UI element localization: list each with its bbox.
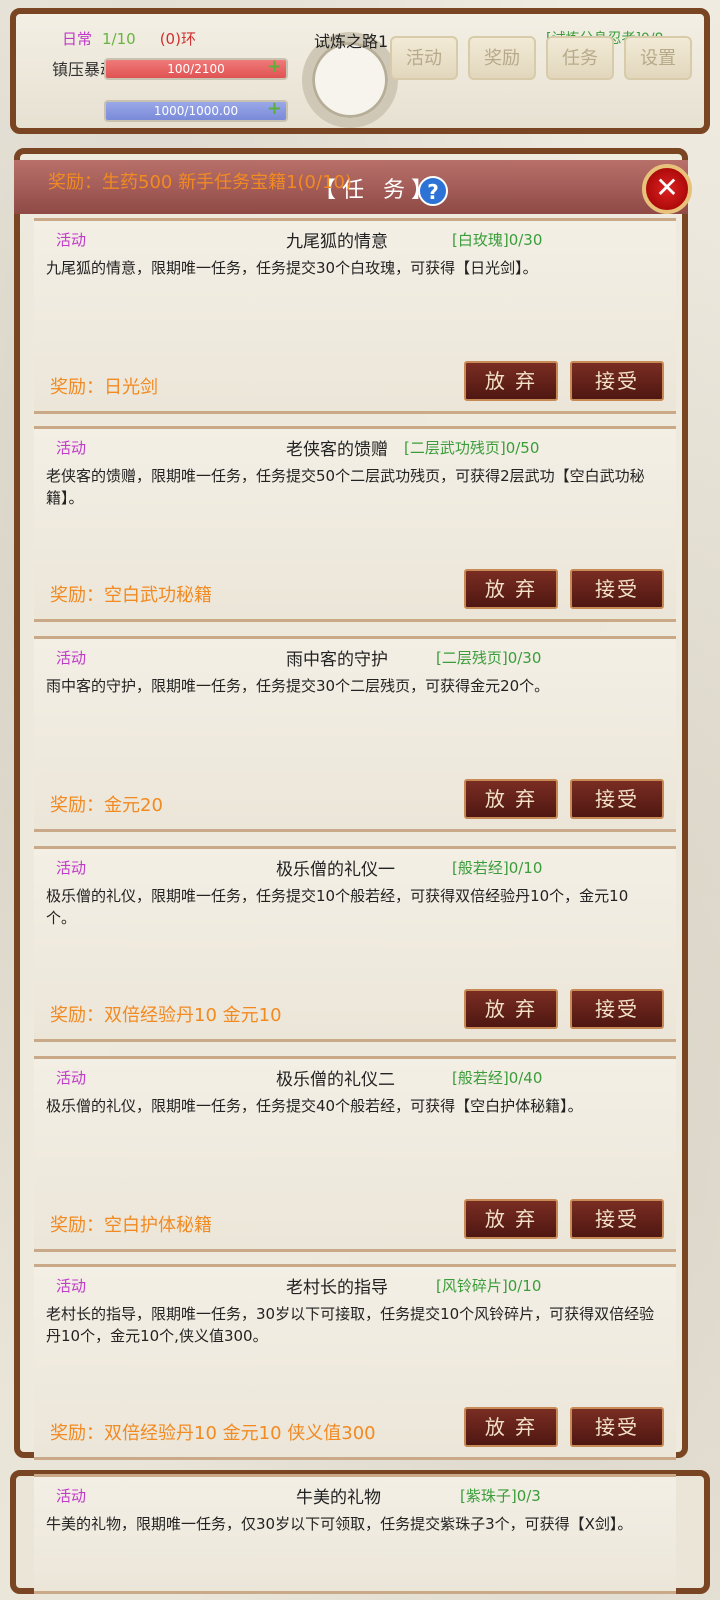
- abandon-button[interactable]: 放 弃: [464, 569, 558, 609]
- mp-text: 1000/1000.00: [153, 104, 239, 118]
- accept-button[interactable]: 接受: [570, 989, 664, 1029]
- daily-count: 1/10: [102, 30, 136, 48]
- quest-name: 极乐僧的礼仪二: [276, 1070, 395, 1090]
- quest-tag: 活动: [56, 1277, 87, 1295]
- tab-settings[interactable]: 设置: [624, 36, 692, 80]
- quest-requirement: [风铃碎片]0/10: [436, 1277, 542, 1295]
- quest-requirement: [般若经]0/10: [452, 859, 543, 877]
- quest-card: 活动 老村长的指导 [风铃碎片]0/10 老村长的指导，限期唯一任务，30岁以下…: [34, 1264, 676, 1460]
- accept-button[interactable]: 接受: [570, 1407, 664, 1447]
- quest-name: 雨中客的守护: [286, 650, 388, 670]
- quest-description: 极乐僧的礼仪，限期唯一任务，任务提交40个般若经，可获得【空白护体秘籍】。: [46, 1097, 583, 1115]
- quest-requirement: [紫珠子]0/3: [460, 1487, 541, 1505]
- quest-reward: 奖励：空白护体秘籍: [50, 1215, 212, 1236]
- quest-card: 活动 极乐僧的礼仪二 [般若经]0/40 极乐僧的礼仪，限期唯一任务，任务提交4…: [34, 1056, 676, 1252]
- quest-card: 活动 牛美的礼物 [紫珠子]0/3 牛美的礼物，限期唯一任务，仅30岁以下可领取…: [34, 1474, 676, 1594]
- quest-tag: 活动: [56, 859, 87, 877]
- quest-card: 活动 老侠客的馈赠 [二层武功残页]0/50 老侠客的馈赠，限期唯一任务，任务提…: [34, 426, 676, 622]
- daily-quest-tracker[interactable]: 日常 1/10 (0)环: [62, 28, 196, 49]
- quest-reward: 奖励：日光剑: [50, 377, 158, 398]
- quest-tag: 活动: [56, 231, 87, 249]
- quest-name: 老侠客的馈赠: [286, 440, 388, 460]
- accept-button[interactable]: 接受: [570, 779, 664, 819]
- quest-reward: 奖励：空白武功秘籍: [50, 585, 212, 606]
- ring-count: (0)环: [159, 30, 196, 48]
- quest-tag: 活动: [56, 1069, 87, 1087]
- quest-description: 牛美的礼物，限期唯一任务，仅30岁以下可领取，任务提交紫珠子3个，可获得【X剑】…: [46, 1515, 633, 1533]
- quest-reward: 奖励：金元20: [50, 795, 163, 816]
- daily-label: 日常: [62, 30, 93, 48]
- mp-bar: 1000/1000.00 +: [104, 100, 288, 122]
- quest-requirement: [二层残页]0/30: [436, 649, 542, 667]
- accept-button[interactable]: 接受: [570, 569, 664, 609]
- accept-button[interactable]: 接受: [570, 1199, 664, 1239]
- tab-activity[interactable]: 活动: [390, 36, 458, 80]
- quest-card: 活动 雨中客的守护 [二层残页]0/30 雨中客的守护，限期唯一任务，任务提交3…: [34, 636, 676, 832]
- quest-name: 极乐僧的礼仪一: [276, 860, 395, 880]
- quest-requirement: [二层武功残页]0/50: [404, 439, 540, 457]
- mp-plus-icon[interactable]: +: [267, 100, 282, 118]
- hp-bar: 100/2100 +: [104, 58, 288, 80]
- quest-reward: 奖励：双倍经验丹10 金元10: [50, 1005, 282, 1026]
- abandon-button[interactable]: 放 弃: [464, 779, 558, 819]
- hp-text: 100/2100: [167, 62, 225, 76]
- top-reward: 奖励：生药500 新手任务宝籍1(0/10): [48, 172, 352, 193]
- quest-description: 老村长的指导，限期唯一任务，30岁以下可接取，任务提交10个风铃碎片，可获得双倍…: [46, 1305, 655, 1345]
- quest-description: 九尾狐的情意，限期唯一任务，任务提交30个白玫瑰，可获得【日光剑】。: [46, 259, 538, 277]
- quest-description: 极乐僧的礼仪，限期唯一任务，任务提交10个般若经，可获得双倍经验丹10个，金元1…: [46, 887, 629, 927]
- quest-card: 活动 九尾狐的情意 [白玫瑰]0/30 九尾狐的情意，限期唯一任务，任务提交30…: [34, 218, 676, 414]
- quest-description: 雨中客的守护，限期唯一任务，任务提交30个二层残页，可获得金元20个。: [46, 677, 550, 695]
- accept-button[interactable]: 接受: [570, 361, 664, 401]
- tab-task[interactable]: 任务: [546, 36, 614, 80]
- quest-name: 老村长的指导: [286, 1278, 388, 1298]
- quest-requirement: [般若经]0/40: [452, 1069, 543, 1087]
- trial-title: 试炼之路1: [314, 32, 389, 51]
- quest-name: 牛美的礼物: [296, 1488, 381, 1508]
- hp-plus-icon[interactable]: +: [267, 58, 282, 76]
- abandon-button[interactable]: 放 弃: [464, 989, 558, 1029]
- quest-card: 活动 极乐僧的礼仪一 [般若经]0/10 极乐僧的礼仪，限期唯一任务，任务提交1…: [34, 846, 676, 1042]
- quest-tag: 活动: [56, 649, 87, 667]
- quest-name: 九尾狐的情意: [286, 232, 388, 252]
- help-icon[interactable]: ?: [418, 176, 448, 206]
- abandon-button[interactable]: 放 弃: [464, 1407, 558, 1447]
- quest-reward: 奖励：双倍经验丹10 金元10 侠义值300: [50, 1423, 376, 1444]
- quest-tag: 活动: [56, 1487, 87, 1505]
- quest-description: 老侠客的馈赠，限期唯一任务，任务提交50个二层武功残页，可获得2层武功【空白武功…: [46, 467, 645, 507]
- abandon-button[interactable]: 放 弃: [464, 361, 558, 401]
- close-icon[interactable]: ✕: [642, 164, 692, 214]
- tab-reward[interactable]: 奖励: [468, 36, 536, 80]
- quest-tag: 活动: [56, 439, 87, 457]
- top-hud: 日常1/10(0)环 镇压暴动的怪物 100/2100 + 1000/1000.…: [10, 8, 710, 134]
- quest-requirement: [白玫瑰]0/30: [452, 231, 543, 249]
- abandon-button[interactable]: 放 弃: [464, 1199, 558, 1239]
